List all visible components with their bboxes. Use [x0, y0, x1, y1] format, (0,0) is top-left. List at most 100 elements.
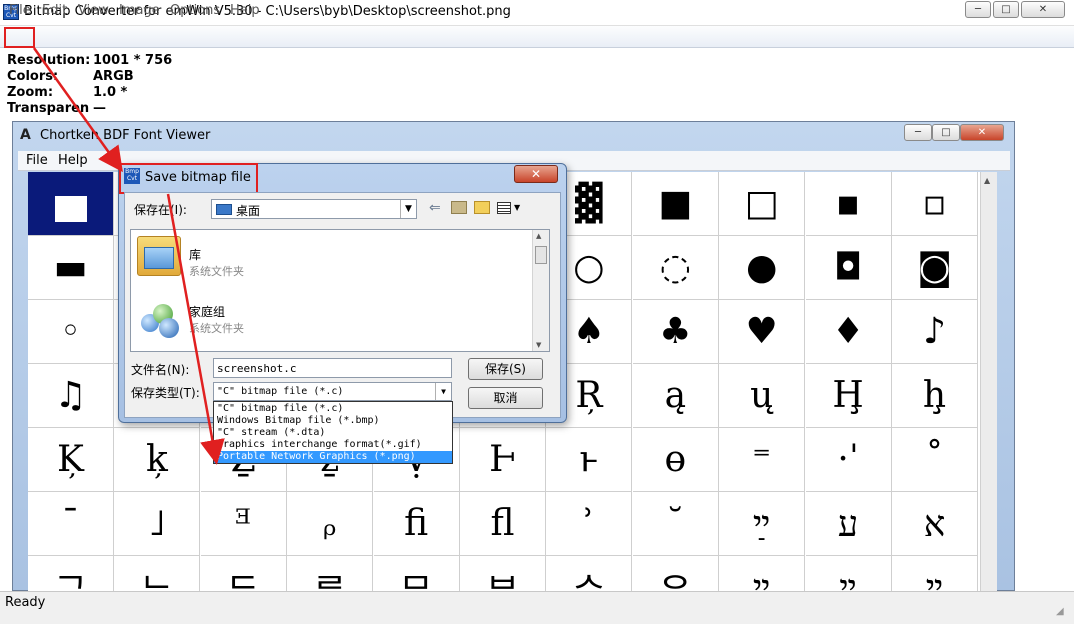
- viewer-maximize-button[interactable]: □: [932, 124, 960, 141]
- filetype-option[interactable]: "C" bitmap file (*.c): [214, 403, 452, 415]
- glyph-char: ᄅ: [313, 570, 347, 593]
- menu-help[interactable]: Help: [230, 3, 260, 18]
- viewer-menu-help[interactable]: Help: [58, 153, 88, 168]
- glyph-cell[interactable]: ♪: [892, 300, 978, 364]
- filetype-option-selected[interactable]: Portable Network Graphics (*.png): [214, 451, 452, 463]
- glyph-cell[interactable]: ų: [719, 364, 806, 428]
- glyph-cell[interactable]: ᵨ: [287, 492, 374, 556]
- maximize-button[interactable]: □: [993, 1, 1019, 18]
- viewer-close-button[interactable]: ✕: [960, 124, 1004, 141]
- glyph-cell[interactable]: ˩: [114, 492, 201, 556]
- glyph-cell[interactable]: ˘: [632, 492, 719, 556]
- view-chevron-icon[interactable]: ▼: [514, 203, 520, 212]
- menu-view[interactable]: View: [78, 3, 109, 18]
- glyph-char: ♫: [54, 375, 87, 416]
- file-list-scrollbar[interactable]: ▲ ▼: [532, 230, 549, 351]
- chevron-down-icon[interactable]: ▼: [435, 383, 451, 400]
- glyph-char: ײַ: [752, 503, 771, 545]
- new-folder-icon[interactable]: [474, 201, 490, 214]
- glyph-cell[interactable]: Ķ: [28, 428, 114, 492]
- glyph-cell[interactable]: ·ˈ: [805, 428, 892, 492]
- glyph-cell[interactable]: ײ: [806, 556, 892, 592]
- view-menu-icon[interactable]: [497, 202, 511, 214]
- glyph-cell[interactable]: ᴲ: [200, 492, 287, 556]
- menu-edit[interactable]: Edit: [42, 3, 67, 18]
- glyph-cell[interactable]: ■: [632, 172, 719, 236]
- glyph-cell[interactable]: ḩ: [892, 364, 978, 428]
- glyph-char: ♦: [831, 311, 865, 352]
- glyph-cell[interactable]: ķ: [114, 428, 201, 492]
- glyph-cell[interactable]: ᄃ: [201, 556, 287, 592]
- glyph-cell[interactable]: ᄂ: [114, 556, 201, 592]
- glyph-cell[interactable]: ﬁ: [373, 492, 460, 556]
- viewer-scrollbar[interactable]: ▲: [980, 172, 997, 592]
- glyph-cell[interactable]: ◙: [892, 236, 978, 300]
- filetype-option[interactable]: Windows Bitmap file (*.bmp): [214, 415, 452, 427]
- filetype-option[interactable]: Graphics interchange format(*.gif): [214, 439, 452, 451]
- back-icon[interactable]: ⇐: [429, 200, 441, 216]
- cancel-button[interactable]: 取消: [468, 387, 543, 409]
- glyph-char: ḩ: [922, 375, 947, 416]
- status-bar: [0, 591, 1074, 624]
- glyph-cell[interactable]: ײ: [719, 556, 806, 593]
- filetype-select[interactable]: "C" bitmap file (*.c) ▼: [213, 382, 452, 401]
- glyph-char: ײ: [752, 567, 771, 593]
- glyph-cell[interactable]: ♫: [28, 364, 114, 428]
- menu-image[interactable]: Image: [119, 3, 160, 18]
- glyph-cell[interactable]: ײ: [892, 556, 978, 592]
- glyph-cell[interactable]: ͱ: [546, 428, 633, 492]
- glyph-cell[interactable]: ▬: [28, 236, 114, 300]
- dialog-close-button[interactable]: ✕: [514, 165, 558, 183]
- glyph-cell[interactable]: ᄀ: [28, 556, 114, 592]
- glyph-cell[interactable]: ą: [632, 364, 719, 428]
- viewer-minimize-button[interactable]: ─: [904, 124, 932, 141]
- glyph-cell[interactable]: ▫: [892, 172, 978, 236]
- glyph-cell[interactable]: ◦: [28, 300, 114, 364]
- place-name: 家庭组: [189, 305, 226, 319]
- file-list[interactable]: 库 系统文件夹 家庭组 系统文件夹 ▲ ▼: [130, 229, 550, 352]
- glyph-cell[interactable]: □: [719, 172, 806, 236]
- menu-options[interactable]: Options: [170, 3, 220, 18]
- resize-grip-icon[interactable]: ◢: [1056, 606, 1064, 617]
- glyph-cell[interactable]: ♣: [632, 300, 719, 364]
- close-button[interactable]: ✕: [1021, 1, 1065, 18]
- glyph-cell[interactable]: ʾ: [546, 492, 633, 556]
- glyph-cell[interactable]: ◌: [632, 236, 719, 300]
- save-button[interactable]: 保存(S): [468, 358, 543, 380]
- viewer-menu-file[interactable]: File: [26, 153, 48, 168]
- glyph-cell[interactable]: Ͱ: [460, 428, 546, 492]
- glyph-char: ᵨ: [323, 503, 337, 544]
- glyph-cell[interactable]: ײַ: [719, 492, 806, 556]
- up-folder-icon[interactable]: [451, 201, 467, 214]
- glyph-cell[interactable]: ᄅ: [287, 556, 374, 593]
- save-in-label: 保存在(I):: [134, 203, 187, 217]
- annotation-file-box: [4, 27, 35, 48]
- glyph-cell[interactable]: ˚: [892, 428, 978, 492]
- glyph-cell[interactable]: Ḩ: [805, 364, 892, 428]
- glyph-char: א: [923, 503, 946, 545]
- glyph-cell[interactable]: ɵ: [632, 428, 719, 492]
- font-viewer-icon: A: [20, 127, 31, 143]
- glyph-cell[interactable]: ᄋ: [633, 556, 719, 592]
- glyph-cell[interactable]: ע: [805, 492, 892, 556]
- glyph-cell[interactable]: ▪: [805, 172, 892, 236]
- minimize-button[interactable]: ─: [965, 1, 991, 18]
- glyph-cell[interactable]: א: [892, 492, 978, 556]
- glyph-cell[interactable]: [28, 172, 114, 236]
- glyph-cell[interactable]: ⁼: [719, 428, 806, 492]
- glyph-cell[interactable]: ﬂ: [460, 492, 546, 556]
- filename-input[interactable]: screenshot.c: [213, 358, 452, 378]
- menu-file[interactable]: File: [9, 3, 31, 18]
- glyph-cell[interactable]: ◘: [805, 236, 892, 300]
- filetype-option[interactable]: "C" stream (*.dta): [214, 427, 452, 439]
- glyph-cell[interactable]: ᄉ: [546, 556, 633, 592]
- chevron-down-icon[interactable]: ▼: [400, 200, 416, 218]
- glyph-cell[interactable]: ●: [719, 236, 806, 300]
- glyph-cell[interactable]: ˉ: [28, 492, 114, 556]
- glyph-char: ♪: [923, 311, 946, 352]
- glyph-cell[interactable]: ♥: [719, 300, 806, 364]
- glyph-cell[interactable]: ᄆ: [374, 556, 460, 592]
- glyph-cell[interactable]: ᄇ: [460, 556, 546, 592]
- glyph-cell[interactable]: ♦: [805, 300, 892, 364]
- save-in-select[interactable]: 桌面 ▼: [211, 199, 417, 219]
